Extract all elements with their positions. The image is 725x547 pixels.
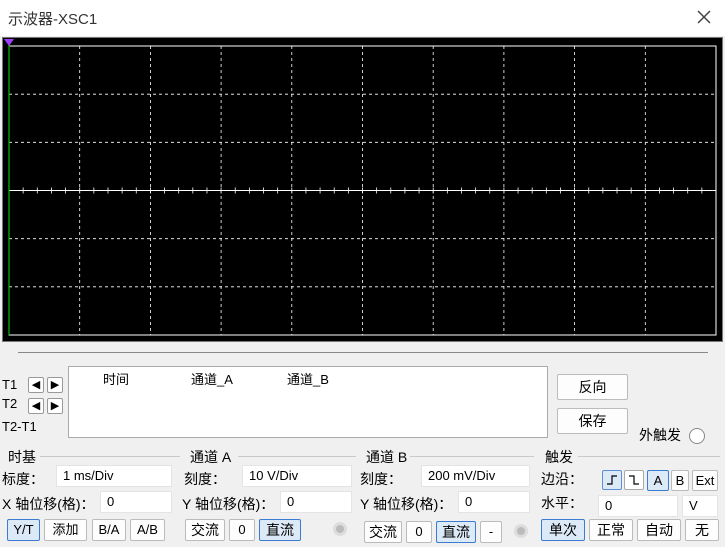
trigger-title: 触发 (545, 449, 573, 465)
t1-right-arrow-icon[interactable]: ▶ (47, 377, 63, 393)
oscilloscope-screen[interactable] (2, 37, 723, 342)
trigger-source-ext-button[interactable]: Ext (692, 470, 718, 491)
x-position-input[interactable]: 0 (100, 491, 172, 513)
t1-left-arrow-icon[interactable]: ◀ (28, 377, 44, 393)
readout-time-header: 时间 (103, 372, 130, 387)
channel-b-ypos-input[interactable]: 0 (458, 491, 530, 513)
channel-b-title: 通道 B (366, 449, 408, 465)
t2-left-arrow-icon[interactable]: ◀ (28, 398, 44, 414)
channel-a-ypos-label: Y 轴位移(格)： (182, 496, 275, 512)
trigger-edge-label: 边沿： (541, 471, 583, 487)
channel-a-divider (238, 456, 356, 457)
channel-a-ac-button[interactable]: 交流 (185, 519, 225, 541)
channel-a-title: 通道 A (190, 449, 232, 465)
rising-edge-icon[interactable] (602, 470, 622, 490)
channel-a-dc-button[interactable]: 直流 (259, 519, 301, 541)
channel-a-terminal[interactable] (333, 522, 347, 536)
channel-a-scale-input[interactable]: 10 V/Div (242, 465, 352, 487)
t2-right-arrow-icon[interactable]: ▶ (47, 398, 63, 414)
trigger-level-input[interactable]: 0 (598, 495, 678, 517)
readout-channel-a-header: 通道_A (191, 372, 233, 387)
panel-divider (18, 352, 708, 353)
channel-b-gnd-button[interactable]: 0 (406, 521, 432, 543)
trigger-normal-button[interactable]: 正常 (589, 519, 633, 541)
channel-b-ypos-label: Y 轴位移(格)： (360, 496, 453, 512)
trigger-auto-button[interactable]: 自动 (637, 519, 681, 541)
channel-a-gnd-button[interactable]: 0 (229, 519, 255, 541)
channel-b-dc-button[interactable]: 直流 (436, 521, 476, 543)
x-position-label: X 轴位移(格)： (2, 496, 95, 512)
falling-edge-icon[interactable] (624, 470, 644, 490)
trigger-level-label: 水平： (541, 495, 583, 511)
trigger-none-button[interactable]: 无 (685, 519, 719, 541)
cursor-t1-marker (4, 39, 14, 46)
timebase-divider (40, 456, 180, 457)
t2-label: T2 (2, 396, 18, 411)
channel-a-scale-label: 刻度： (184, 471, 226, 487)
mode-ba-button[interactable]: B/A (92, 519, 126, 541)
trigger-level-unit[interactable]: V (682, 495, 718, 517)
title-bar: 示波器-XSC1 (0, 0, 725, 36)
ext-trigger-label: 外触发 (639, 427, 681, 443)
channel-b-terminal[interactable] (514, 524, 528, 538)
timebase-scale-label: 标度： (2, 471, 44, 487)
channel-b-divider (410, 456, 534, 457)
channel-b-scale-input[interactable]: 200 mV/Div (421, 465, 530, 487)
close-icon[interactable] (693, 6, 715, 28)
window-title: 示波器-XSC1 (8, 11, 98, 28)
mode-add-button[interactable]: 添加 (44, 519, 87, 541)
ext-trigger-terminal[interactable] (689, 428, 705, 444)
trigger-source-b-button[interactable]: B (671, 470, 689, 491)
trigger-source-a-button[interactable]: A (647, 470, 669, 491)
mode-ab-button[interactable]: A/B (130, 519, 165, 541)
channel-a-ypos-input[interactable]: 0 (280, 491, 352, 513)
t1-label: T1 (2, 377, 18, 392)
reverse-button[interactable]: 反向 (557, 374, 628, 400)
timebase-scale-input[interactable]: 1 ms/Div (56, 465, 172, 487)
scope-grid (4, 39, 717, 336)
t2-t1-label: T2-T1 (2, 419, 37, 434)
timebase-title: 时基 (8, 449, 36, 465)
trigger-divider (578, 456, 720, 457)
channel-b-minus-button[interactable]: - (480, 521, 502, 543)
save-button[interactable]: 保存 (557, 408, 628, 434)
measurement-readout: 时间 通道_A 通道_B (68, 366, 548, 438)
readout-channel-b-header: 通道_B (287, 372, 329, 387)
channel-b-scale-label: 刻度： (360, 471, 402, 487)
channel-b-ac-button[interactable]: 交流 (364, 521, 402, 543)
trigger-single-button[interactable]: 单次 (541, 519, 585, 541)
mode-yt-button[interactable]: Y/T (7, 519, 40, 541)
